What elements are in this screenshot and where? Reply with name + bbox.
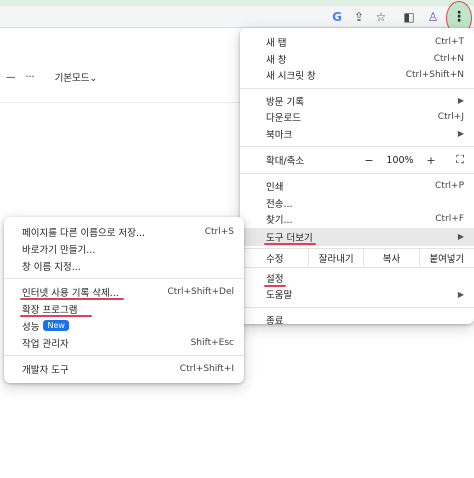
menu-item-label: 설정 (266, 273, 284, 285)
menu-item-label: 성능 (22, 321, 40, 333)
chevron-right-icon: ▶ (457, 289, 464, 299)
edit-label: 수정 (266, 253, 284, 265)
mode-selector[interactable]: 기본모드⌄ (55, 70, 98, 84)
chevron-right-icon: ▶ (457, 96, 464, 106)
star-icon[interactable]: ☆ (370, 6, 392, 28)
menu-item-label: 도움말 (266, 290, 293, 302)
menu-item-shortcut: Ctrl+Shift+Del (167, 286, 234, 297)
fullscreen-icon[interactable]: ⛶ (442, 153, 464, 167)
submenu-item-name-window[interactable]: 창 이름 지정... (4, 257, 244, 274)
menu-item-shortcut: Ctrl+P (435, 181, 464, 192)
menu-item-label: 새 탭 (266, 38, 287, 50)
menu-item-label: 도구 더보기 (266, 232, 313, 244)
menu-separator (240, 146, 474, 147)
more-icon[interactable]: ··· (26, 72, 35, 83)
menu-item-more-tools[interactable]: 도구 더보기 ▶ (240, 227, 474, 246)
chrome-main-menu: 새 탭 Ctrl+T 새 창 Ctrl+N 새 시크릿 창 Ctrl+Shift+N … (240, 28, 474, 327)
menu-separator (4, 355, 244, 356)
menu-separator (240, 306, 474, 308)
browser-toolbar: G ⇪ ☆ ◧ ♙ (0, 6, 474, 28)
new-badge: New (43, 320, 69, 331)
menu-item-downloads[interactable]: 다운로드 Ctrl+J (240, 109, 474, 126)
menu-separator (4, 278, 244, 279)
paste-button[interactable]: 붙여넣기 (418, 248, 474, 267)
menu-separator (240, 173, 474, 174)
sidepanel-icon[interactable]: ◧ (398, 6, 420, 28)
submenu-item-performance[interactable]: 성능 New (4, 317, 244, 334)
copy-button[interactable]: 복사 (363, 248, 418, 267)
menu-item-shortcut: Ctrl+Shift+N (405, 70, 464, 81)
menu-item-label: 페이지를 다른 이름으로 저장... (22, 227, 145, 239)
menu-item-shortcut: Ctrl+T (434, 37, 464, 48)
menu-item-label: 새 창 (266, 54, 287, 66)
menu-item-cast[interactable]: 전송... (240, 195, 474, 212)
menu-item-shortcut: Ctrl+Shift+I (179, 363, 234, 374)
submenu-item-clear-data[interactable]: 인터넷 사용 기록 삭제... Ctrl+Shift+Del (4, 283, 244, 300)
menu-item-settings[interactable]: 설정 (240, 270, 474, 287)
menu-item-shortcut: Ctrl+J (437, 112, 464, 123)
menu-item-label: 작업 관리자 (22, 338, 69, 350)
google-icon[interactable]: G (326, 6, 348, 28)
menu-item-shortcut: Shift+Esc (190, 337, 234, 348)
submenu-item-extensions[interactable]: 확장 프로그램 (4, 300, 244, 317)
page-divider (0, 102, 240, 103)
menu-item-label: 다운로드 (266, 113, 301, 125)
submenu-item-task-manager[interactable]: 작업 관리자 Shift+Esc (4, 334, 244, 351)
chevron-right-icon: ▶ (457, 129, 464, 139)
menu-item-zoom: 확대/축소 − 100% + ⛶ (240, 151, 474, 169)
menu-item-edit: 수정 잘라내기 복사 붙여넣기 (240, 247, 474, 268)
menu-item-find[interactable]: 찾기... Ctrl+F (240, 211, 474, 228)
menu-item-label: 확장 프로그램 (22, 304, 78, 316)
menu-item-print[interactable]: 인쇄 Ctrl+P (240, 178, 474, 195)
menu-item-history[interactable]: 방문 기록 ▶ (240, 93, 474, 110)
chevron-down-icon: ⌄ (89, 74, 98, 84)
submenu-item-dev-tools[interactable]: 개발자 도구 Ctrl+Shift+I (4, 360, 244, 377)
menu-item-bookmarks[interactable]: 북마크 ▶ (240, 126, 474, 143)
submenu-item-create-shortcut[interactable]: 바로가기 만들기... (4, 240, 244, 257)
menu-item-label: 종료 (266, 315, 284, 327)
menu-item-label: 인쇄 (266, 182, 284, 194)
kebab-menu-icon[interactable]: ⋮ (452, 6, 466, 28)
menu-item-label: 개발자 도구 (22, 364, 69, 376)
zoom-label: 확대/축소 (266, 156, 305, 167)
menu-item-label: 새 시크릿 창 (266, 71, 316, 83)
menu-item-shortcut: Ctrl+S (204, 226, 234, 237)
menu-item-new-window[interactable]: 새 창 Ctrl+N (240, 51, 474, 68)
chevron-right-icon: ▶ (457, 232, 464, 241)
zoom-out-button[interactable]: − (358, 154, 380, 167)
menu-item-label: 전송... (266, 198, 293, 210)
more-tools-submenu: 페이지를 다른 이름으로 저장... Ctrl+S 바로가기 만들기... 창 이… (4, 217, 244, 383)
page-toolbar: — ··· 기본모드⌄ (0, 66, 240, 88)
menu-item-label: 바로가기 만들기... (22, 244, 96, 256)
menu-item-exit[interactable]: 종료 (240, 312, 474, 329)
share-icon[interactable]: ⇪ (348, 6, 370, 28)
zoom-in-button[interactable]: + (420, 154, 442, 167)
menu-item-label: 인터넷 사용 기록 삭제... (22, 287, 119, 299)
menu-item-help[interactable]: 도움말 ▶ (240, 286, 474, 303)
zoom-value: 100% (386, 154, 414, 166)
menu-item-label: 창 이름 지정... (22, 261, 81, 273)
menu-item-shortcut: Ctrl+N (433, 53, 464, 64)
annotation-underline (264, 242, 316, 245)
dash-icon[interactable]: — (6, 72, 16, 83)
menu-item-new-incognito[interactable]: 새 시크릿 창 Ctrl+Shift+N (240, 67, 474, 84)
menu-item-label: 방문 기록 (266, 96, 304, 108)
mode-label: 기본모드 (54, 73, 90, 84)
menu-separator (240, 87, 474, 89)
menu-item-shortcut: Ctrl+F (435, 214, 464, 225)
menu-item-label: 북마크 (266, 129, 293, 141)
cut-button[interactable]: 잘라내기 (308, 248, 363, 267)
extension-icon[interactable]: ♙ (422, 6, 444, 28)
menu-item-label: 찾기... (266, 215, 293, 227)
menu-item-new-tab[interactable]: 새 탭 Ctrl+T (240, 34, 474, 51)
submenu-item-save-page[interactable]: 페이지를 다른 이름으로 저장... Ctrl+S (4, 223, 244, 240)
